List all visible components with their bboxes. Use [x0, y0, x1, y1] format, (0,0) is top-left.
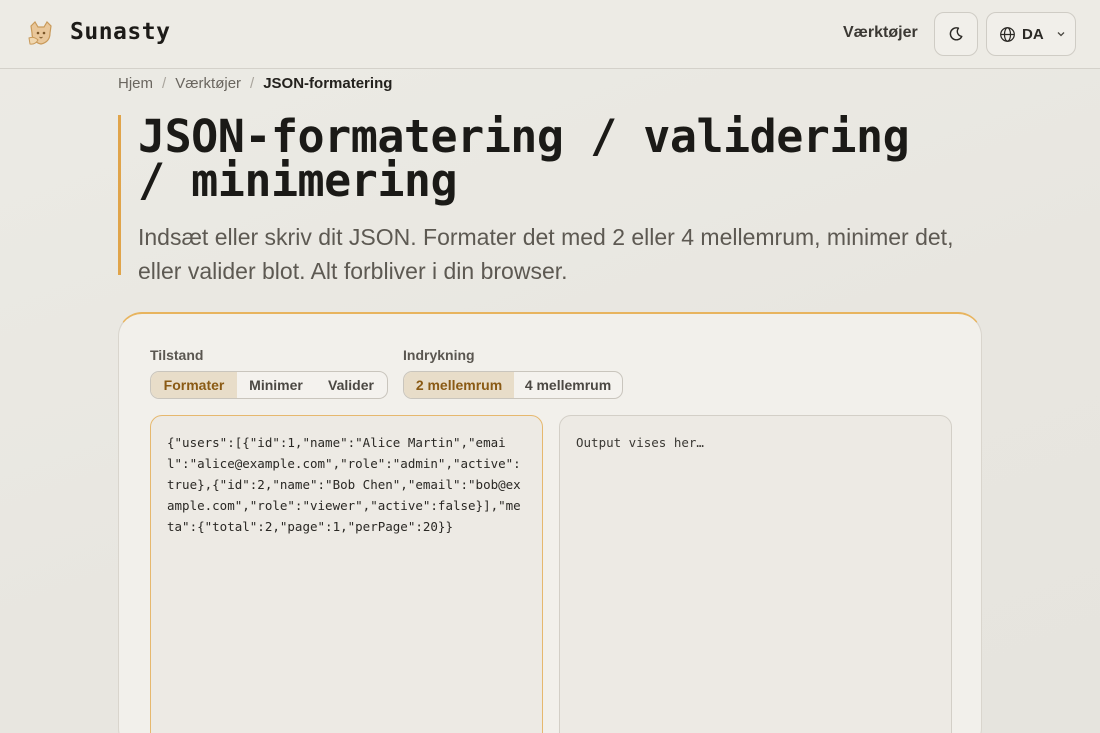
indent-label: Indrykning [403, 347, 475, 363]
mode-label: Tilstand [150, 347, 204, 363]
json-input-textarea[interactable]: {"users":[{"id":1,"name":"Alice Martin",… [150, 415, 543, 733]
page-title: JSON-formatering / validering / minimeri… [138, 114, 978, 203]
page-subtitle: Indsæt eller skriv dit JSON. Formater de… [138, 224, 954, 284]
mode-segmented-control: Formater Minimer Valider [150, 371, 388, 399]
nav-link-tools[interactable]: Værktøjer [843, 24, 918, 42]
mode-option-minify[interactable]: Minimer [237, 372, 315, 398]
language-code: DA [1022, 25, 1044, 43]
breadcrumb-separator: / [250, 75, 255, 92]
indent-option-4[interactable]: 4 mellemrum [514, 372, 622, 398]
indent-segmented-control: 2 mellemrum 4 mellemrum [403, 371, 623, 399]
hero-section: JSON-formatering / validering / minimeri… [118, 114, 978, 284]
cat-logo-icon[interactable] [26, 20, 56, 48]
brand-name[interactable]: Sunasty [70, 19, 170, 45]
breadcrumb-separator: / [162, 75, 167, 92]
moon-icon [949, 27, 963, 41]
mode-option-validate[interactable]: Valider [315, 372, 387, 398]
language-selector[interactable]: DA [986, 12, 1076, 56]
breadcrumb-home[interactable]: Hjem [118, 75, 153, 92]
top-navigation-bar: Sunasty Værktøjer DA [0, 0, 1100, 69]
breadcrumb-current: JSON-formatering [263, 75, 393, 92]
json-tool-card: Tilstand Formater Minimer Valider Indryk… [118, 312, 982, 733]
chevron-down-icon [1057, 32, 1065, 37]
json-output-area[interactable]: Output vises her… [559, 415, 952, 733]
breadcrumb: Hjem / Værktøjer / JSON-formatering [118, 75, 392, 92]
breadcrumb-tools[interactable]: Værktøjer [175, 75, 241, 92]
mode-option-format[interactable]: Formater [151, 372, 237, 398]
page-title-line-2: / minimering [138, 154, 458, 207]
indent-option-2[interactable]: 2 mellemrum [404, 372, 514, 398]
theme-toggle-button[interactable] [934, 12, 978, 56]
globe-icon [1000, 26, 1015, 42]
